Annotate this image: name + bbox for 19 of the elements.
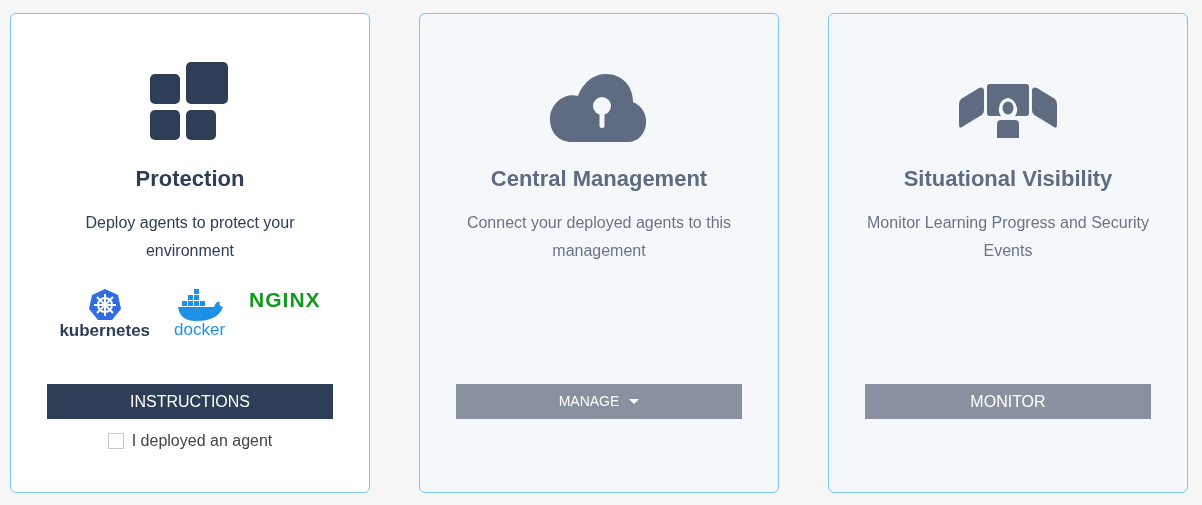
grid-icon bbox=[150, 62, 230, 142]
card-title: Protection bbox=[135, 165, 245, 193]
whale-icon bbox=[175, 289, 224, 321]
checkbox-label: I deployed an agent bbox=[131, 431, 273, 451]
helm-wheel-icon bbox=[88, 289, 121, 320]
card-description: Monitor Learning Progress and Security Events bbox=[866, 213, 1150, 261]
checkbox[interactable] bbox=[107, 433, 124, 449]
card-title: Situational Visibility bbox=[903, 165, 1113, 193]
dropdown-button[interactable]: MANAGE bbox=[456, 384, 742, 419]
card-description: Connect your deployed agents to this management bbox=[465, 213, 733, 261]
logo-wordmark: kubernetes bbox=[59, 322, 151, 339]
action-button[interactable]: MONITOR bbox=[865, 384, 1151, 419]
cloud-lock-icon bbox=[550, 72, 648, 142]
logo-wordmark: NGINX bbox=[249, 289, 321, 310]
card-title: Central Management bbox=[490, 165, 708, 193]
caret-icon bbox=[629, 399, 640, 404]
logo-wordmark: docker bbox=[174, 321, 226, 338]
action-button[interactable]: INSTRUCTIONS bbox=[47, 384, 333, 419]
card-description: Deploy agents to protect your environment bbox=[84, 213, 296, 261]
